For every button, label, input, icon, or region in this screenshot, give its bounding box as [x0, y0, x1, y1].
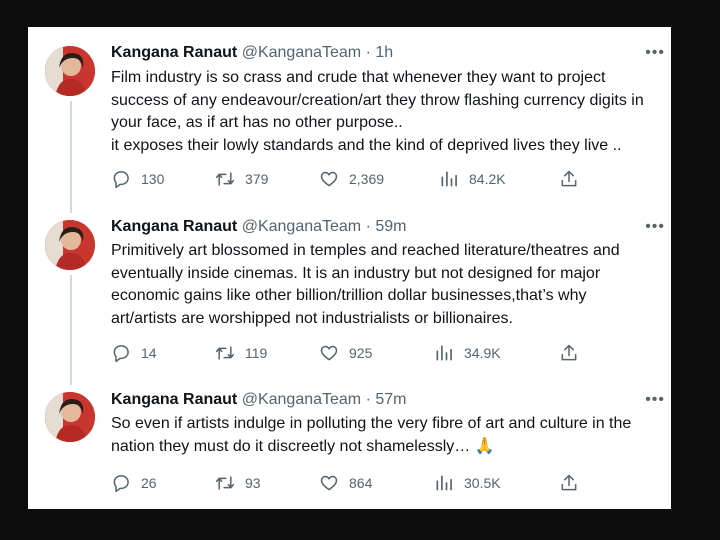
tweet-actions: 26 93 864 30.5K	[111, 472, 581, 494]
tweet-actions: 130 379 2,369 84.2K	[111, 168, 581, 190]
reply-count: 14	[141, 345, 157, 361]
view-count: 30.5K	[464, 475, 501, 491]
views-icon	[436, 475, 452, 491]
author-name[interactable]: Kangana Ranaut	[111, 218, 237, 235]
retweet-icon	[215, 172, 235, 186]
share-button[interactable]	[559, 472, 589, 494]
author-name[interactable]: Kangana Ranaut	[111, 391, 237, 408]
author-handle[interactable]: @KanganaTeam	[242, 218, 361, 235]
more-options-icon[interactable]: •••	[645, 217, 665, 237]
header-separator: ·	[365, 391, 371, 408]
retweet-count: 119	[245, 345, 268, 361]
tweet-thread-panel: Kangana Ranaut @KanganaTeam · 1h ••• Fil…	[28, 27, 671, 509]
reply-count: 130	[141, 171, 165, 187]
share-icon	[561, 170, 577, 187]
retweet-button[interactable]: 119	[215, 342, 267, 364]
retweet-icon	[215, 476, 235, 490]
heart-icon	[320, 475, 338, 491]
view-count: 84.2K	[469, 171, 506, 187]
reply-count: 26	[141, 475, 157, 491]
like-button[interactable]: 925	[319, 342, 372, 364]
tweet[interactable]: Kangana Ranaut @KanganaTeam · 57m ••• So…	[28, 390, 671, 500]
tweet-header: Kangana Ranaut @KanganaTeam · 59m	[111, 217, 407, 237]
like-button[interactable]: 864	[319, 472, 372, 494]
more-options-icon[interactable]: •••	[645, 43, 665, 63]
share-button[interactable]	[559, 168, 589, 190]
heart-icon	[320, 345, 338, 361]
author-handle[interactable]: @KanganaTeam	[242, 44, 361, 61]
tweet-header: Kangana Ranaut @KanganaTeam · 1h	[111, 43, 393, 63]
views-button[interactable]: 34.9K	[434, 342, 501, 364]
views-button[interactable]: 30.5K	[434, 472, 501, 494]
share-icon	[561, 474, 577, 491]
avatar[interactable]	[45, 392, 95, 442]
tweet-timestamp[interactable]: 1h	[375, 44, 393, 61]
tweet-text: Primitively art blossomed in temples and…	[111, 242, 620, 327]
reply-button[interactable]: 130	[111, 168, 164, 190]
tweet-header: Kangana Ranaut @KanganaTeam · 57m	[111, 390, 407, 410]
reply-button[interactable]: 14	[111, 342, 157, 364]
avatar[interactable]	[45, 46, 95, 96]
like-count: 864	[349, 475, 373, 491]
like-count: 925	[349, 345, 373, 361]
tweet[interactable]: Kangana Ranaut @KanganaTeam · 1h ••• Fil…	[28, 43, 671, 203]
reply-icon	[113, 171, 129, 189]
tweet[interactable]: Kangana Ranaut @KanganaTeam · 59m ••• Pr…	[28, 217, 671, 367]
reply-icon	[113, 345, 129, 363]
views-icon	[436, 345, 452, 361]
retweet-button[interactable]: 93	[215, 472, 261, 494]
author-handle[interactable]: @KanganaTeam	[242, 391, 361, 408]
views-icon	[441, 171, 457, 187]
views-button[interactable]: 84.2K	[439, 168, 506, 190]
retweet-count: 93	[245, 475, 261, 491]
reply-icon	[113, 475, 129, 493]
share-button[interactable]	[559, 342, 589, 364]
tweet-timestamp[interactable]: 57m	[375, 391, 406, 408]
more-options-icon[interactable]: •••	[645, 390, 665, 410]
retweet-button[interactable]: 379	[215, 168, 268, 190]
tweet-actions: 14 119 925 34.9K	[111, 342, 581, 364]
share-icon	[561, 344, 577, 361]
avatar[interactable]	[45, 220, 95, 270]
tweet-timestamp[interactable]: 59m	[375, 218, 406, 235]
view-count: 34.9K	[464, 345, 501, 361]
heart-icon	[320, 171, 338, 187]
like-button[interactable]: 2,369	[319, 168, 384, 190]
like-count: 2,369	[349, 171, 385, 187]
author-name[interactable]: Kangana Ranaut	[111, 44, 237, 61]
header-separator: ·	[365, 44, 371, 61]
retweet-count: 379	[245, 171, 269, 187]
reply-button[interactable]: 26	[111, 472, 157, 494]
tweet-text: Film industry is so crass and crude that…	[111, 69, 644, 154]
retweet-icon	[215, 346, 235, 360]
tweet-text: So even if artists indulge in polluting …	[111, 415, 632, 455]
header-separator: ·	[365, 218, 371, 235]
